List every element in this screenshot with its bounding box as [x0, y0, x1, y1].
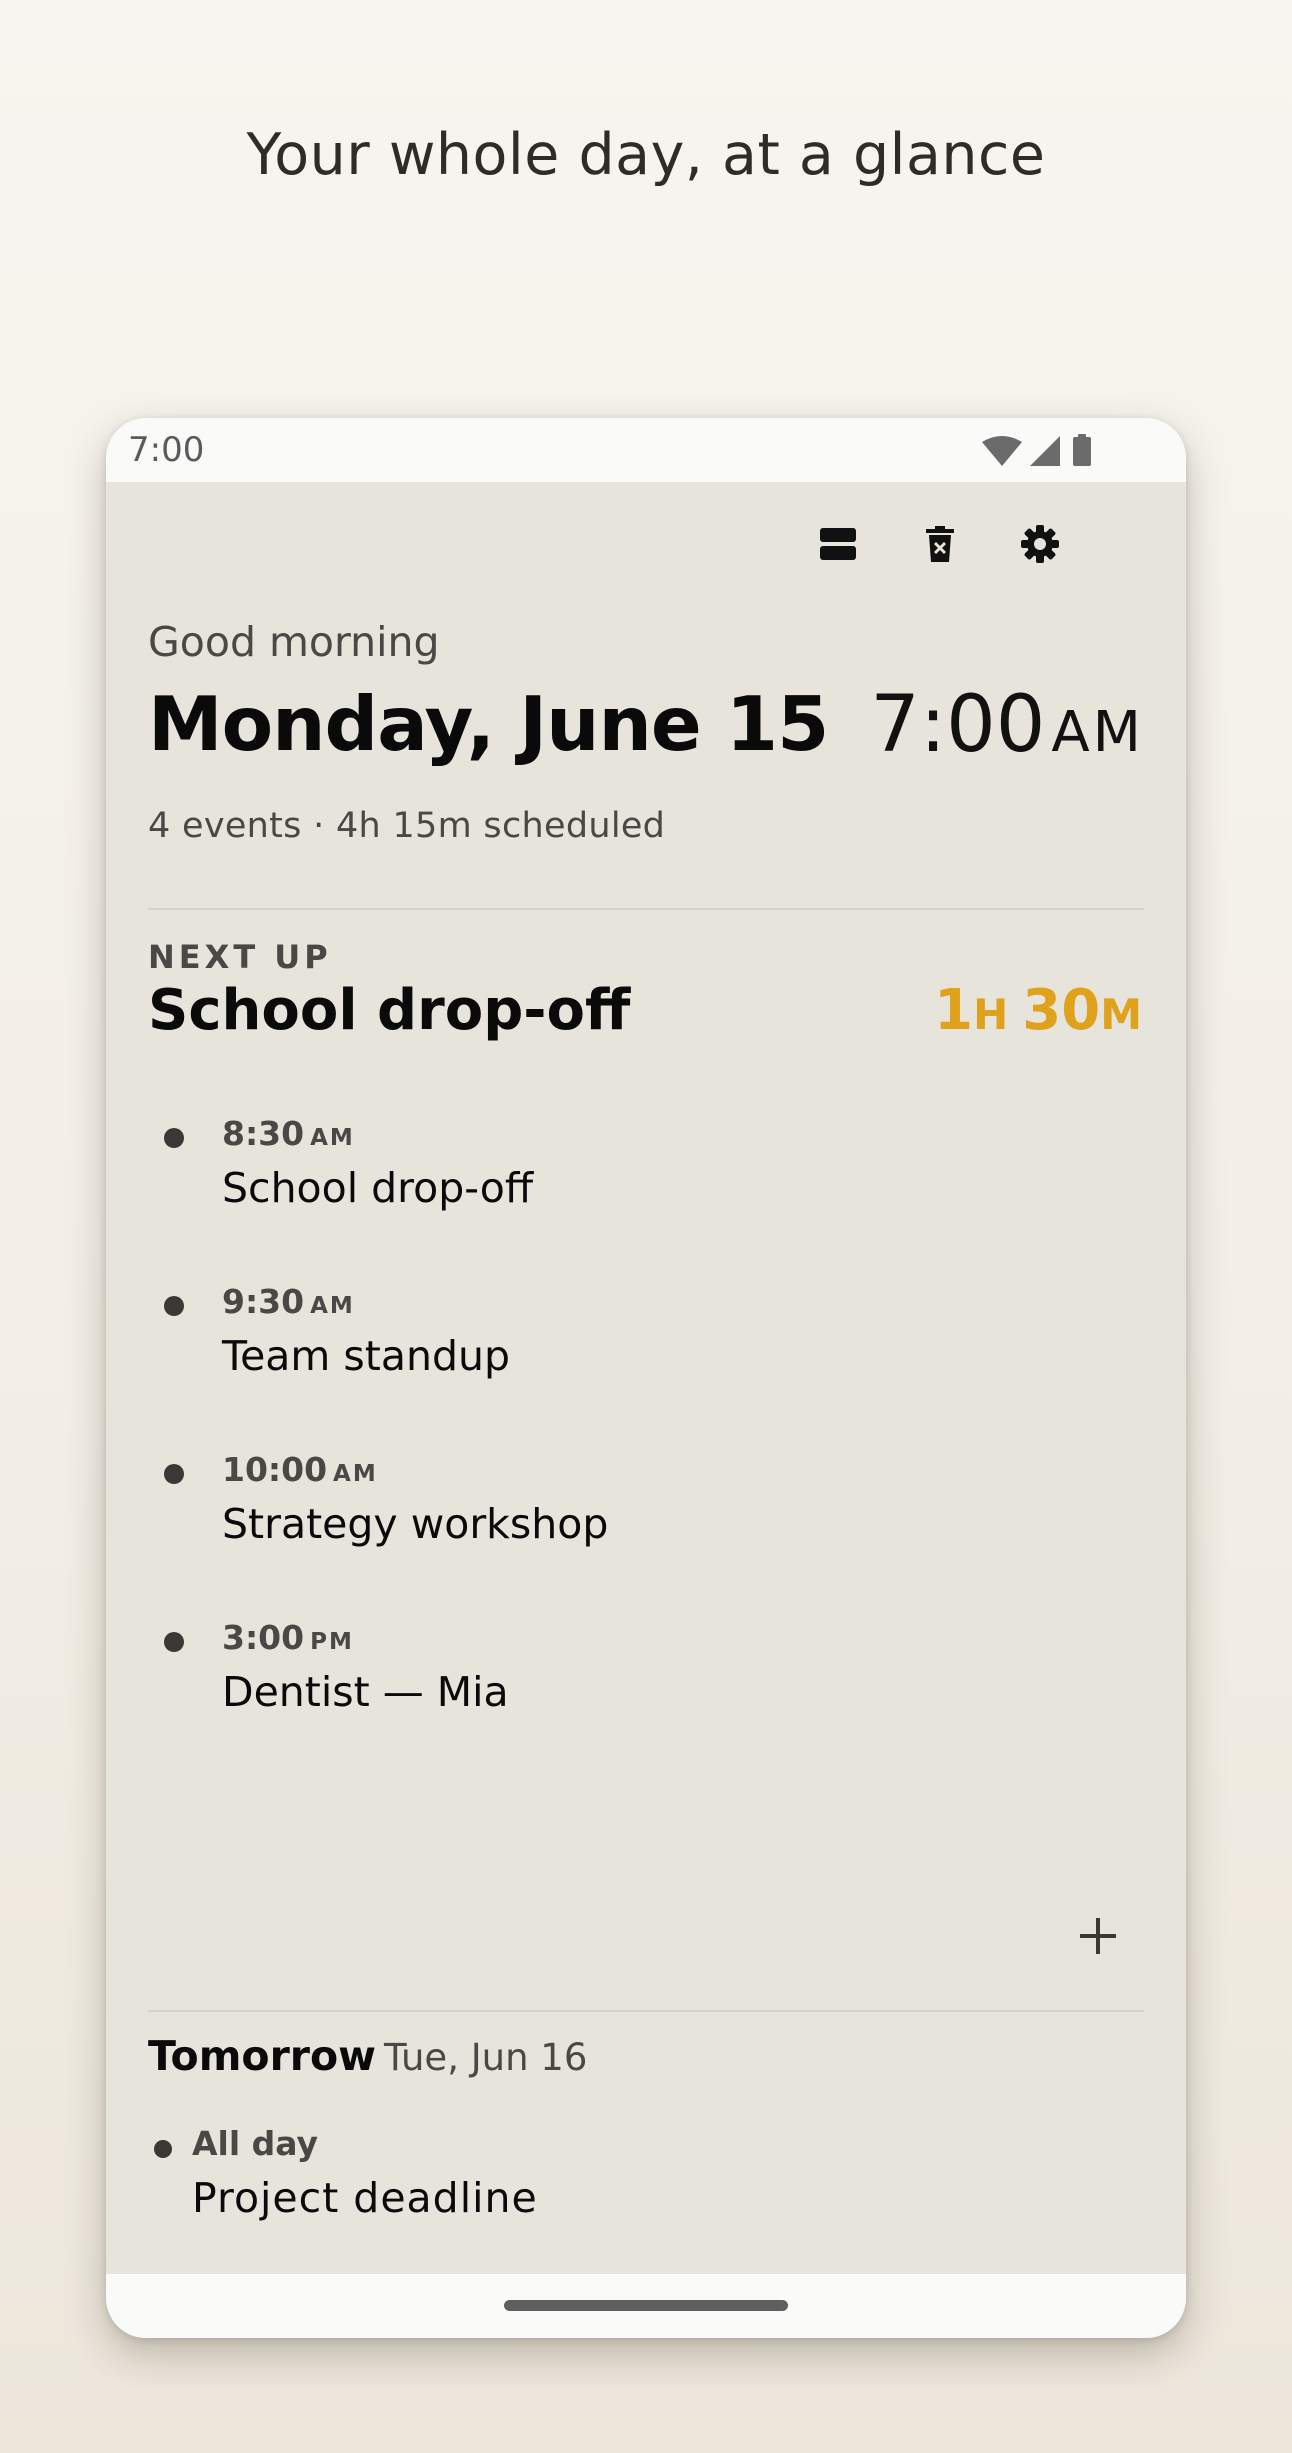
event-time: 10:00 AM: [222, 1450, 378, 1489]
divider: [148, 908, 1144, 910]
event-item[interactable]: 9:30 AM Team standup: [148, 1272, 1144, 1392]
greeting: Good morning: [148, 618, 440, 666]
event-title: Team standup: [222, 1332, 510, 1380]
event-time: 8:30 AM: [222, 1114, 355, 1153]
current-time: 7:00 AM: [870, 680, 1144, 770]
status-bar: 7:00: [106, 418, 1186, 482]
event-ampm: PM: [310, 1629, 354, 1655]
countdown-minutes-unit: M: [1100, 990, 1142, 1039]
view-toggle-icon: [820, 528, 856, 560]
view-toggle-button[interactable]: [808, 514, 868, 574]
signal-icon: [1030, 436, 1060, 466]
status-time: 7:00: [128, 430, 205, 470]
tomorrow-label: Tomorrow: [148, 2032, 377, 2080]
event-ampm: AM: [310, 1293, 355, 1319]
event-dot: [154, 2140, 172, 2158]
battery-icon: [1073, 434, 1091, 466]
event-dot: [164, 1296, 184, 1316]
settings-button[interactable]: [1010, 514, 1070, 574]
event-time: All day: [192, 2124, 319, 2163]
delete-icon: [926, 526, 954, 562]
date-title: Monday, June 15: [148, 680, 829, 768]
event-title: School drop-off: [222, 1164, 534, 1212]
tomorrow-event-item[interactable]: All day Project deadline: [148, 2118, 1144, 2228]
day-summary: 4 events · 4h 15m scheduled: [148, 806, 666, 846]
event-dot: [164, 1464, 184, 1484]
event-time-value: 3:00: [222, 1618, 305, 1657]
status-icons: [980, 432, 1120, 472]
event-item[interactable]: 10:00 AM Strategy workshop: [148, 1440, 1144, 1560]
event-title: Strategy workshop: [222, 1500, 609, 1548]
clock-time: 7:00: [870, 680, 1046, 770]
divider: [148, 2010, 1144, 2012]
home-indicator[interactable]: [504, 2300, 788, 2311]
event-time-value: 10:00: [222, 1450, 328, 1489]
event-item[interactable]: 8:30 AM School drop-off: [148, 1104, 1144, 1224]
event-ampm: AM: [333, 1461, 378, 1487]
next-up-countdown: 1H 30M: [934, 978, 1142, 1043]
next-up-label: NEXT UP: [148, 938, 332, 976]
navigation-bar: [106, 2274, 1186, 2338]
event-time-value: 9:30: [222, 1282, 305, 1321]
wifi-icon: [982, 436, 1022, 466]
next-up-title: School drop-off: [148, 978, 631, 1043]
event-time-value: 8:30: [222, 1114, 305, 1153]
clock-ampm: AM: [1051, 700, 1144, 765]
event-time: 3:00 PM: [222, 1618, 354, 1657]
countdown-minutes: 30: [1022, 978, 1101, 1043]
event-dot: [164, 1128, 184, 1148]
event-title: Project deadline: [192, 2174, 538, 2222]
settings-icon: [1021, 525, 1059, 563]
countdown-hours: 1: [934, 978, 974, 1043]
add-event-button[interactable]: [1058, 1896, 1138, 1976]
event-time: 9:30 AM: [222, 1282, 355, 1321]
event-item[interactable]: 3:00 PM Dentist — Mia: [148, 1608, 1144, 1728]
promo-heading: Your whole day, at a glance: [246, 122, 1046, 188]
plus-icon: [1080, 1918, 1116, 1954]
tomorrow-date: Tue, Jun 16: [384, 2036, 588, 2079]
event-ampm: AM: [310, 1125, 355, 1151]
event-title: Dentist — Mia: [222, 1668, 509, 1716]
delete-button[interactable]: [910, 514, 970, 574]
phone-frame: 7:00 Good morning Monday, June 15 7:00 A…: [106, 418, 1186, 2338]
countdown-hours-unit: H: [973, 990, 1009, 1039]
event-dot: [164, 1632, 184, 1652]
